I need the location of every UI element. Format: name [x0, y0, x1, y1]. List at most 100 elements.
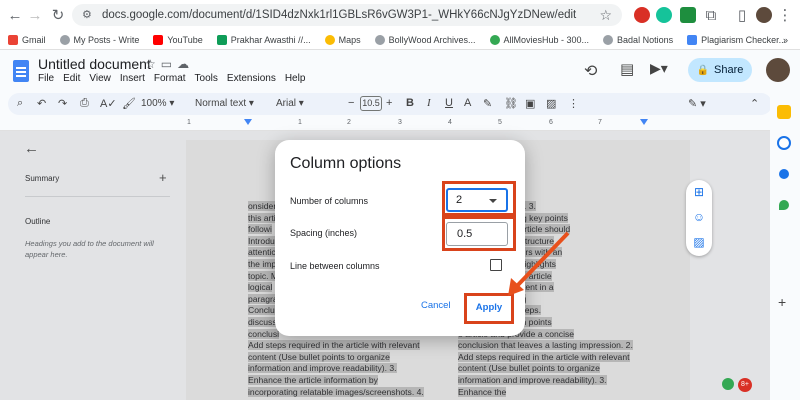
keep-icon[interactable]	[777, 105, 791, 119]
menu-view[interactable]: View	[89, 73, 111, 84]
bookmark-youtube[interactable]: YouTube	[153, 34, 203, 45]
font-size-input[interactable]: 10.5	[360, 96, 382, 111]
text-color-icon[interactable]: A	[464, 97, 471, 109]
line-between-checkbox[interactable]	[490, 259, 502, 271]
notification-badge[interactable]: 8+	[738, 378, 752, 392]
ruler-tick: 7	[598, 119, 602, 126]
ruler[interactable]: 1 1 2 3 4 5 6 7	[0, 117, 770, 131]
extensions-puzzle-icon[interactable]: ⧉	[700, 4, 722, 26]
extension-red-icon[interactable]	[634, 7, 650, 23]
indent-marker-icon[interactable]	[244, 119, 252, 125]
side-panel-icon[interactable]: ▯	[731, 4, 753, 26]
forward-icon[interactable]: →	[24, 4, 46, 26]
dialog-title: Column options	[290, 155, 402, 172]
gmail-icon	[8, 34, 18, 45]
extension-vpn-icon[interactable]	[680, 7, 696, 23]
font-select[interactable]: Arial ▾	[276, 98, 304, 109]
emoji-reaction-icon[interactable]: ☺	[692, 210, 706, 224]
redo-icon[interactable]: ↷	[58, 97, 67, 110]
meet-camera-icon[interactable]: ▶▾	[650, 60, 668, 77]
floating-actions: ⊞ ☺ ▨	[686, 180, 712, 256]
bookmark-badal[interactable]: Badal Notions	[603, 34, 673, 45]
link-icon[interactable]: ⛓	[504, 97, 518, 110]
line-between-label: Line between columns	[290, 261, 380, 271]
contacts-icon[interactable]	[779, 169, 789, 179]
bookmark-allmovieshub[interactable]: AllMoviesHub - 300...	[489, 34, 589, 45]
cloud-status-icon[interactable]: ☁	[177, 57, 194, 71]
ruler-tick: 2	[347, 119, 351, 126]
search-menus-icon[interactable]: ⌕	[17, 97, 23, 110]
highlight-icon[interactable]: ✎	[483, 97, 492, 110]
move-folder-icon[interactable]: ▭	[161, 57, 177, 71]
increase-font-icon[interactable]: +	[386, 97, 392, 109]
bookmark-my-posts[interactable]: My Posts - Write	[59, 34, 139, 45]
sheets-icon	[216, 34, 227, 45]
menu-format[interactable]: Format	[154, 73, 186, 84]
highlight-spacing-box	[442, 213, 516, 251]
site-icon	[489, 34, 500, 45]
bookmark-plagiarism[interactable]: Plagiarism Checker...	[687, 34, 786, 45]
maps-side-icon[interactable]	[779, 200, 789, 210]
menu-edit[interactable]: Edit	[63, 73, 80, 84]
decrease-font-icon[interactable]: −	[348, 97, 354, 109]
tasks-icon[interactable]	[777, 136, 791, 150]
gemini-badge-icon[interactable]	[722, 378, 734, 390]
doc-icon	[687, 34, 698, 45]
maps-icon	[324, 34, 335, 45]
lock-icon: 🔒	[696, 64, 710, 76]
menu-tools[interactable]: Tools	[195, 73, 218, 84]
more-options-icon[interactable]: ⋮	[568, 97, 579, 110]
style-select[interactable]: Normal text ▾	[195, 98, 254, 109]
bold-icon[interactable]: B	[406, 97, 414, 109]
ruler-tick: 4	[448, 119, 452, 126]
bookmark-maps[interactable]: Maps	[324, 34, 361, 45]
print-icon[interactable]: ⎙	[80, 97, 89, 110]
star-icon[interactable]: ☆	[145, 57, 161, 71]
bookmarks-overflow[interactable]: »	[783, 35, 788, 45]
paint-format-icon[interactable]: 🖌	[122, 97, 136, 110]
profile-avatar[interactable]	[756, 7, 772, 23]
extension-grammarly-icon[interactable]	[656, 7, 672, 23]
version-history-icon[interactable]: ⟲	[584, 61, 597, 81]
reload-icon[interactable]: ↻	[47, 4, 69, 26]
site-info-icon[interactable]: ⚙	[82, 9, 94, 21]
add-comment-icon[interactable]: ⊞	[692, 185, 706, 199]
menu-help[interactable]: Help	[285, 73, 306, 84]
editing-mode-icon[interactable]: ✎ ▾	[688, 97, 706, 110]
suggest-edits-icon[interactable]: ▨	[692, 235, 706, 249]
menu-extensions[interactable]: Extensions	[227, 73, 276, 84]
ruler-tick: 1	[298, 119, 302, 126]
bookmark-star-icon[interactable]: ☆	[599, 7, 612, 24]
url-text: docs.google.com/document/d/1SID4dzNxk1rl…	[102, 9, 577, 21]
zoom-select[interactable]: 100% ▾	[141, 98, 174, 109]
browser-toolbar: ← → ↻ ⚙ docs.google.com/document/d/1SID4…	[0, 0, 800, 30]
user-avatar[interactable]	[766, 58, 790, 82]
spellcheck-icon[interactable]: A✓	[100, 97, 117, 110]
right-indent-marker-icon[interactable]	[640, 119, 648, 125]
bookmark-bollywood[interactable]: BollyWood Archives...	[374, 34, 476, 45]
comments-icon[interactable]: ▤	[620, 60, 634, 78]
back-icon[interactable]: ←	[4, 4, 26, 26]
menu-insert[interactable]: Insert	[120, 73, 145, 84]
share-button[interactable]: 🔒 Share	[688, 58, 752, 82]
docs-logo-icon[interactable]	[13, 60, 29, 82]
youtube-icon	[153, 34, 164, 45]
add-addon-icon[interactable]: +	[778, 294, 786, 310]
bookmark-prakhar[interactable]: Prakhar Awasthi //...	[216, 34, 311, 45]
highlight-apply-box	[464, 293, 514, 324]
image-icon[interactable]: ▨	[546, 97, 556, 110]
cancel-button[interactable]: Cancel	[421, 300, 451, 311]
globe-icon	[603, 34, 614, 45]
collapse-toolbar-icon[interactable]: ⌃	[750, 97, 759, 110]
italic-icon[interactable]: I	[427, 97, 431, 109]
bookmark-gmail[interactable]: Gmail	[8, 34, 46, 45]
underline-icon[interactable]: U	[445, 97, 453, 109]
browser-menu-icon[interactable]: ⋮	[774, 4, 796, 26]
address-bar[interactable]: ⚙ docs.google.com/document/d/1SID4dzNxk1…	[72, 4, 622, 26]
menu-file[interactable]: File	[38, 73, 54, 84]
document-title[interactable]: Untitled document	[38, 56, 151, 72]
spacing-label: Spacing (inches)	[290, 228, 358, 238]
globe-icon	[59, 34, 70, 45]
comment-add-icon[interactable]: ▣	[525, 97, 535, 110]
undo-icon[interactable]: ↶	[37, 97, 46, 110]
